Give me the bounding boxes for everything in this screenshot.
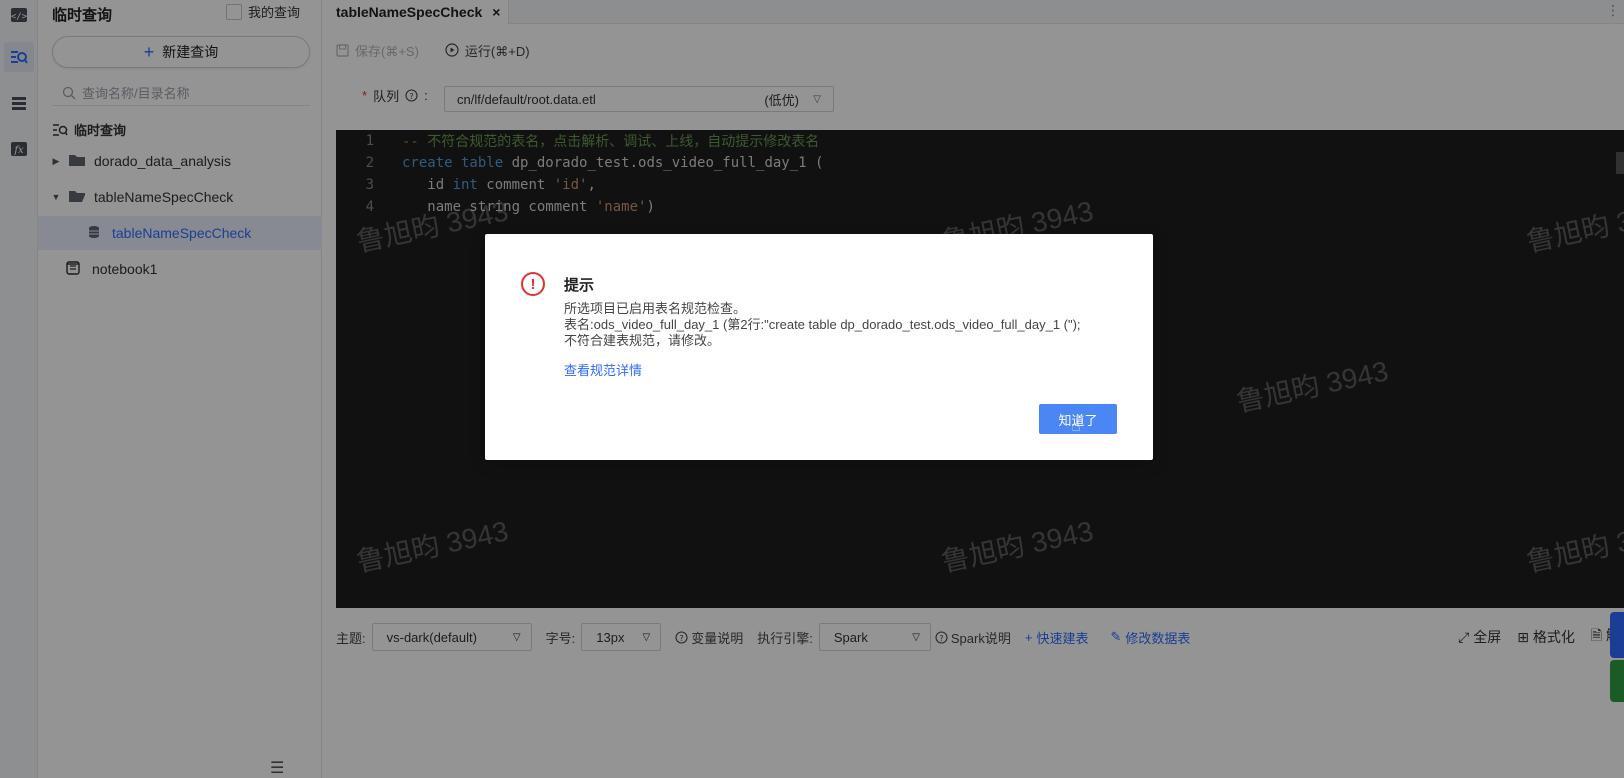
dialog-message: 所选项目已启用表名规范检查。 表名:ods_video_full_day_1 (… (564, 301, 1134, 349)
warning-icon: ! (521, 272, 545, 296)
dialog-title: 提示 (564, 277, 595, 294)
dialog-line: 不符合建表规范，请修改。 (564, 333, 721, 348)
dialog-line: 表名:ods_video_full_day_1 (第2行:"create tab… (564, 317, 1081, 332)
view-spec-details-link[interactable]: 查看规范详情 (564, 360, 642, 379)
alert-dialog: ! 提示 所选项目已启用表名规范检查。 表名:ods_video_full_da… (485, 234, 1153, 460)
hand-cursor-icon: ☝ (1071, 418, 1081, 435)
dialog-line: 所选项目已启用表名规范检查。 (564, 301, 747, 316)
